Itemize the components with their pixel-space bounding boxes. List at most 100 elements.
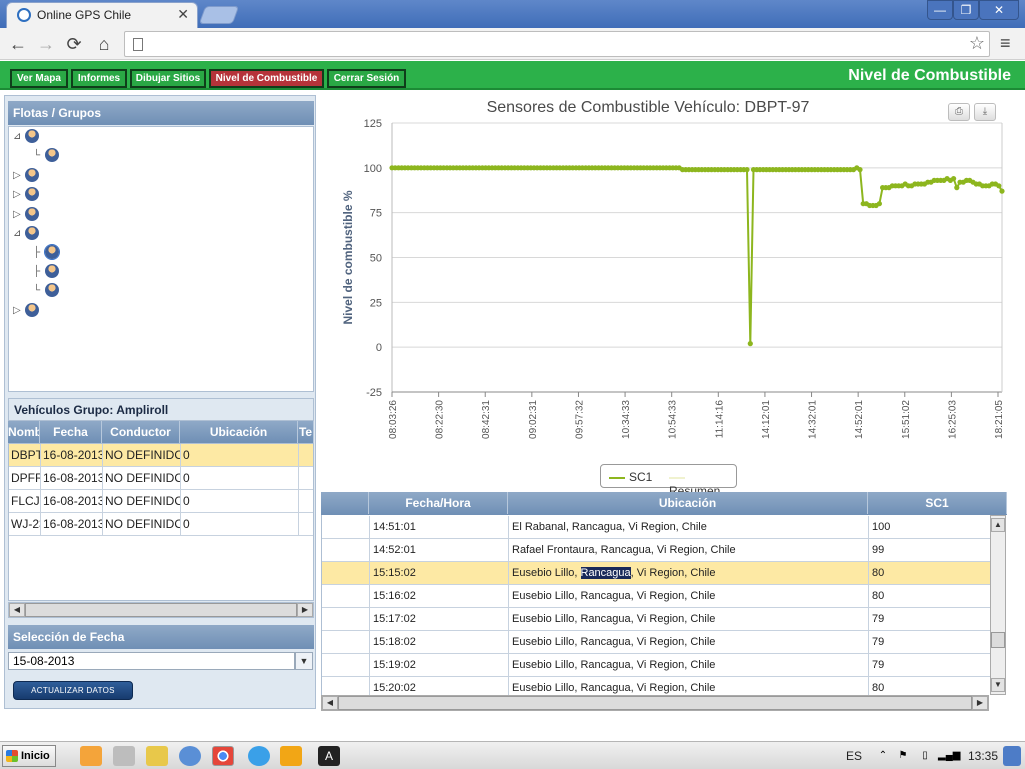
table-cell (322, 608, 370, 631)
tray-flag-icon[interactable]: ⚑ (892, 746, 914, 766)
col-fecha-hora[interactable]: Fecha/Hora (369, 492, 508, 514)
address-bar[interactable]: ☆ (124, 31, 990, 57)
start-button[interactable]: Inicio (2, 745, 56, 767)
tray-signal-icon[interactable]: ▂▄▆ (938, 746, 960, 766)
table-cell: WJ-23 (9, 513, 41, 536)
col-sc1[interactable]: SC1 (868, 492, 1007, 514)
nav-nivel-combustible[interactable]: Nivel de Combustible (209, 69, 324, 88)
expand-icon[interactable]: ▷ (13, 305, 21, 316)
expand-icon[interactable]: ▷ (13, 209, 21, 220)
table-row[interactable]: 15:15:02 Eusebio Lillo, Rancagua, Vi Regi… (322, 562, 991, 585)
table-cell: Eusebio Lillo, Rancagua, Vi Region, Chil… (509, 608, 869, 631)
nav-informes[interactable]: Informes (71, 69, 127, 88)
nav-dibujar-sitios[interactable]: Dibujar Sitios (130, 69, 206, 88)
forward-icon[interactable]: → (34, 32, 58, 56)
tray-expand-icon[interactable]: ⌃ (872, 746, 894, 766)
table-row[interactable]: 15:17:02 Eusebio Lillo, Rancagua, Vi Regi… (322, 608, 991, 631)
readings-hscroll[interactable]: ◀ ▶ (321, 695, 989, 711)
table-row[interactable]: WJ-2316-08-2013NO DEFINIDO0 (9, 513, 313, 536)
browser-tab[interactable]: Online GPS Chile ✕ (6, 2, 198, 28)
table-cell: Eusebio Lillo, Rancagua, Vi Region, Chil… (509, 585, 869, 608)
x-tick-label: 08:03:26 (388, 400, 399, 439)
scroll-right-icon[interactable]: ▶ (972, 696, 988, 710)
vehicles-hscroll[interactable]: ◀ ▶ (8, 602, 314, 618)
download-icon[interactable]: ⤓ (974, 103, 996, 121)
table-cell: NO DEFINIDO (103, 467, 181, 490)
recycle-bin-icon[interactable] (113, 746, 135, 766)
reload-icon[interactable]: ⟳ (62, 32, 86, 56)
minimize-button[interactable]: — (927, 0, 953, 20)
table-cell: Eusebio Lillo, Rancagua, Vi Region, Chil… (509, 562, 869, 585)
network-icon[interactable] (179, 746, 201, 766)
ie-icon[interactable] (248, 746, 270, 766)
new-tab-button[interactable] (198, 6, 240, 24)
expand-icon[interactable]: ▷ (13, 189, 21, 200)
table-row[interactable]: 15:16:02 Eusebio Lillo, Rancagua, Vi Regi… (322, 585, 991, 608)
scroll-up-icon[interactable]: ▲ (991, 518, 1005, 532)
table-row[interactable]: 14:51:01 El Rabanal, Rancagua, Vi Region,… (322, 516, 991, 539)
home-icon[interactable]: ⌂ (92, 32, 116, 56)
collapse-icon[interactable]: ⊿ (13, 228, 21, 239)
col-fecha[interactable]: Fecha (40, 421, 102, 443)
close-window-button[interactable]: ✕ (979, 0, 1019, 20)
x-tick-label: 08:22:30 (435, 400, 446, 439)
legend-sc1[interactable]: SC1 (609, 470, 652, 484)
os-taskbar: Inicio A ES ⌃ ⚑ ▯ ▂▄▆ 13:35 (0, 741, 1025, 769)
y-tick-label: 100 (364, 163, 382, 175)
table-row[interactable]: 15:18:02 Eusebio Lillo, Rancagua, Vi Regi… (322, 631, 991, 654)
table-row[interactable]: 15:20:02 Eusebio Lillo, Rancagua, Vi Regi… (322, 677, 991, 695)
col-te[interactable]: Te (298, 421, 314, 443)
date-field[interactable]: 15-08-2013 (8, 652, 295, 670)
table-row[interactable]: FLCJ- 16-08-2013 NO DEFINIDO 0 (9, 490, 313, 513)
scroll-left-icon[interactable]: ◀ (9, 603, 25, 617)
app-icon[interactable]: A (318, 746, 340, 766)
table-row[interactable]: 15:19:02 Eusebio Lillo, Rancagua, Vi Regi… (322, 654, 991, 677)
tab-close-icon[interactable]: ✕ (177, 6, 189, 23)
app-icon[interactable] (280, 746, 302, 766)
tray-power-icon[interactable]: ▯ (914, 746, 936, 766)
col-ubicacion[interactable]: Ubicación (180, 421, 298, 443)
table-cell: 79 (869, 631, 991, 654)
table-row[interactable]: DPFR-16-08-2013NO DEFINIDO0 (9, 467, 313, 490)
browser-menu-icon[interactable]: ≡ (1000, 33, 1011, 54)
show-desktop-icon[interactable] (1003, 746, 1021, 766)
date-dropdown-icon[interactable]: ▼ (295, 652, 313, 670)
nav-ver-mapa[interactable]: Ver Mapa (10, 69, 68, 88)
back-icon[interactable]: ← (6, 32, 30, 56)
x-tick-label: 08:42:31 (481, 400, 492, 439)
table-row[interactable]: 14:52:01 Rafael Frontaura, Rancagua, Vi R… (322, 539, 991, 562)
table-row[interactable]: DBPT-16-08-2013NO DEFINIDO0 (9, 444, 313, 467)
chrome-icon[interactable] (212, 746, 234, 766)
table-cell: 16-08-2013 (41, 467, 103, 490)
update-data-button[interactable]: ACTUALIZAR DATOS (13, 681, 133, 700)
tree-line-icon: └ (33, 285, 41, 296)
table-cell: 79 (869, 608, 991, 631)
y-tick-label: -25 (366, 387, 382, 399)
group-icon (25, 129, 39, 143)
scroll-down-icon[interactable]: ▼ (991, 678, 1005, 692)
language-indicator[interactable]: ES (846, 749, 862, 763)
table-cell: 80 (869, 585, 991, 608)
location-text: Eusebio Lillo, (512, 567, 581, 579)
bookmark-star-icon[interactable]: ☆ (969, 33, 985, 54)
scroll-right-icon[interactable]: ▶ (297, 603, 313, 617)
scroll-thumb[interactable] (338, 696, 972, 710)
col-conductor[interactable]: Conductor (102, 421, 180, 443)
collapse-icon[interactable]: ⊿ (13, 131, 21, 142)
media-player-icon[interactable] (80, 746, 102, 766)
col-nombre[interactable]: Nombl (8, 421, 40, 443)
scroll-thumb[interactable] (25, 603, 297, 617)
readings-vscroll[interactable]: ▲ ▼ (990, 515, 1006, 695)
col-ubicacion[interactable]: Ubicación (508, 492, 868, 514)
table-cell (322, 562, 370, 585)
scroll-thumb[interactable] (991, 632, 1005, 648)
nav-cerrar-sesion[interactable]: Cerrar Sesión (327, 69, 406, 88)
expand-icon[interactable]: ▷ (13, 170, 21, 181)
scroll-left-icon[interactable]: ◀ (322, 696, 338, 710)
app-icon[interactable] (146, 746, 168, 766)
table-cell: 79 (869, 654, 991, 677)
table-cell: 0 (181, 513, 299, 536)
maximize-button[interactable]: ❐ (953, 0, 979, 20)
tree-line-icon: └ (33, 150, 41, 161)
print-icon[interactable]: ⎙ (948, 103, 970, 121)
